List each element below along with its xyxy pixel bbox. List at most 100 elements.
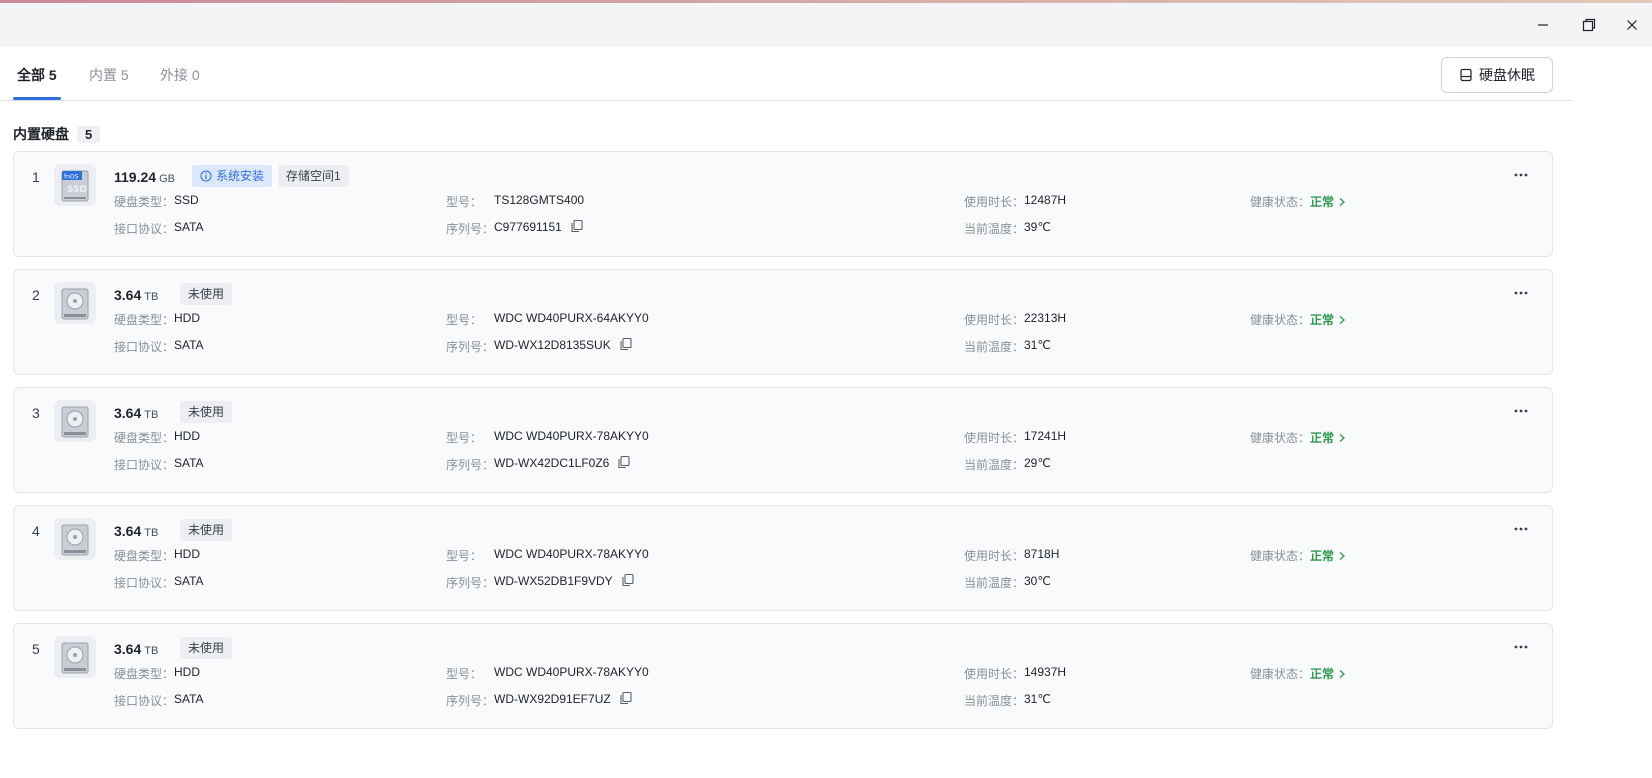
type-label: 硬盘类型： <box>114 313 175 327</box>
restore-icon <box>1582 18 1596 32</box>
disk-card[interactable]: 4 3.64 TB 未使用 硬盘类型： HDD 型号： WDC WD40PURX-78AKYY… <box>13 505 1553 611</box>
type-value: SSD <box>174 193 199 207</box>
interface-value: SATA <box>174 220 204 234</box>
interface-value: SATA <box>174 574 204 588</box>
disk-card[interactable]: 5 3.64 TB 未使用 硬盘类型： HDD 型号： WDC WD40PURX-78AKYY… <box>13 623 1553 729</box>
capacity-unit: TB <box>144 409 159 421</box>
serial-value: WD-WX52DB1F9VDY <box>494 574 613 588</box>
more-options-button[interactable] <box>1509 283 1533 303</box>
hdd-icon <box>54 518 96 560</box>
health-label: 健康状态： <box>1250 667 1311 681</box>
tab-all[interactable]: 全部 5 <box>17 65 57 85</box>
usage-label: 使用时长： <box>964 313 1025 327</box>
disk-index: 1 <box>32 169 40 185</box>
temp-value: 31℃ <box>1024 338 1051 352</box>
status-tag: 未使用 <box>180 519 233 541</box>
interface-label: 接口协议： <box>114 340 175 354</box>
temp-value: 29℃ <box>1024 456 1051 470</box>
more-options-button[interactable] <box>1509 165 1533 185</box>
copy-icon <box>620 691 632 705</box>
health-status-link[interactable]: 正常 <box>1310 547 1346 564</box>
usage-value: 12487H <box>1024 193 1067 207</box>
capacity-value: 3.64 <box>114 641 142 657</box>
type-value: HDD <box>174 311 200 325</box>
chevron-right-icon <box>1339 433 1346 442</box>
close-button[interactable] <box>1612 3 1652 47</box>
model-value: TS128GMTS400 <box>494 193 585 207</box>
health-value: 正常 <box>1310 431 1335 445</box>
more-options-button[interactable] <box>1509 519 1533 539</box>
disk-card[interactable]: 3 3.64 TB 未使用 硬盘类型： HDD 型号： WDC WD40PURX-78AKYY… <box>13 387 1553 493</box>
usage-value: 22313H <box>1024 311 1067 325</box>
copy-serial-button[interactable] <box>619 691 633 705</box>
tab-internal[interactable]: 内置 5 <box>89 65 129 85</box>
capacity-unit: GB <box>159 173 175 185</box>
copy-serial-button[interactable] <box>619 337 633 351</box>
health-status-link[interactable]: 正常 <box>1310 311 1346 328</box>
copy-icon <box>620 337 632 351</box>
disk-sleep-button[interactable]: 硬盘休眠 <box>1441 57 1553 93</box>
more-icon <box>1514 173 1528 177</box>
disk-card[interactable]: 1 fnOS SSD 119.24 GB 系统安装 存储空间1 硬盘类型： SSD 型号： TS12… <box>13 151 1553 257</box>
copy-serial-button[interactable] <box>570 219 584 233</box>
serial-value: WD-WX12D8135SUK <box>494 338 611 352</box>
usage-label: 使用时长： <box>964 431 1025 445</box>
tab-external[interactable]: 外接 0 <box>160 65 200 85</box>
capacity-unit: TB <box>144 291 159 303</box>
more-icon <box>1514 409 1528 413</box>
disk-capacity: 119.24 GB <box>114 169 175 185</box>
capacity-value: 3.64 <box>114 523 142 539</box>
more-options-button[interactable] <box>1509 401 1533 421</box>
usage-value: 14937H <box>1024 665 1067 679</box>
maximize-button[interactable] <box>1566 3 1612 47</box>
tag-text: 未使用 <box>188 405 225 419</box>
disk-capacity: 3.64 TB <box>114 641 158 657</box>
interface-value: SATA <box>174 338 204 352</box>
usage-label: 使用时长： <box>964 549 1025 563</box>
model-label: 型号： <box>446 667 483 681</box>
status-tag: 未使用 <box>180 637 233 659</box>
model-value: WDC WD40PURX-78AKYY0 <box>494 429 649 443</box>
interface-value: SATA <box>174 692 204 706</box>
serial-label: 序列号： <box>446 576 495 590</box>
copy-serial-button[interactable] <box>621 573 635 587</box>
model-value: WDC WD40PURX-78AKYY0 <box>494 665 649 679</box>
hdd-icon <box>54 282 96 324</box>
type-value: HDD <box>174 665 200 679</box>
health-value: 正常 <box>1310 667 1335 681</box>
status-tag: 未使用 <box>180 283 233 305</box>
interface-value: SATA <box>174 456 204 470</box>
disk-index: 2 <box>32 287 40 303</box>
minimize-icon <box>1538 24 1548 26</box>
health-status-link[interactable]: 正常 <box>1310 665 1346 682</box>
active-tab-indicator <box>13 97 61 100</box>
health-status-link[interactable]: 正常 <box>1310 193 1346 210</box>
type-value: HDD <box>174 429 200 443</box>
temp-label: 当前温度： <box>964 694 1025 708</box>
copy-serial-button[interactable] <box>617 455 631 469</box>
disk-sleep-icon <box>1460 68 1472 82</box>
disk-index: 5 <box>32 641 40 657</box>
usage-value: 8718H <box>1024 547 1060 561</box>
title-bar <box>0 3 1652 47</box>
serial-label: 序列号： <box>446 694 495 708</box>
capacity-value: 3.64 <box>114 405 142 421</box>
svg-text:SSD: SSD <box>67 185 87 195</box>
temp-value: 31℃ <box>1024 692 1051 706</box>
model-value: WDC WD40PURX-78AKYY0 <box>494 547 649 561</box>
health-status-link[interactable]: 正常 <box>1310 429 1346 446</box>
health-label: 健康状态： <box>1250 313 1311 327</box>
model-label: 型号： <box>446 313 483 327</box>
disk-tabs: 全部 5 内置 5 外接 0 <box>0 47 1572 101</box>
more-icon <box>1514 527 1528 531</box>
disk-capacity: 3.64 TB <box>114 523 158 539</box>
usage-value: 17241H <box>1024 429 1067 443</box>
interface-label: 接口协议： <box>114 222 175 236</box>
minimize-button[interactable] <box>1520 3 1566 47</box>
hdd-icon <box>54 400 96 442</box>
more-options-button[interactable] <box>1509 637 1533 657</box>
copy-icon <box>618 455 630 469</box>
chevron-right-icon <box>1339 197 1346 206</box>
disk-card[interactable]: 2 3.64 TB 未使用 硬盘类型： HDD 型号： WDC WD40PURX-64AKYY… <box>13 269 1553 375</box>
temp-label: 当前温度： <box>964 340 1025 354</box>
